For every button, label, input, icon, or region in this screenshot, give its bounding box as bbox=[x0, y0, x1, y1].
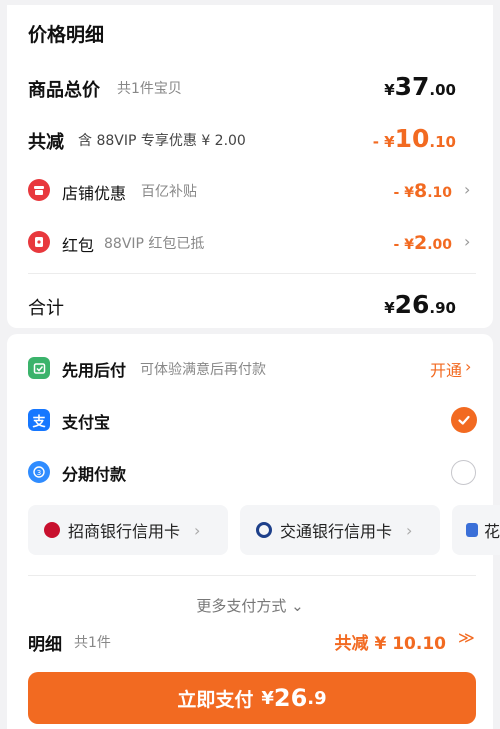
total-dec: .00 bbox=[429, 81, 456, 99]
more-payment-label: 更多支付方式 bbox=[196, 597, 287, 615]
discount-label: 共减 bbox=[28, 132, 64, 153]
paylater-activate-link[interactable]: 开通 bbox=[430, 357, 462, 381]
bank-chip-partial[interactable]: 花 bbox=[452, 505, 500, 555]
total-int: 37 bbox=[394, 72, 430, 101]
total-price: ¥37.00 bbox=[384, 72, 456, 101]
redpacket-yen: - ¥ bbox=[393, 237, 414, 253]
summary-count: 共1件 bbox=[74, 635, 111, 651]
discount-sub: 含 88VIP 专享优惠 ¥ 2.00 bbox=[78, 133, 246, 149]
bank-chip-label: 交通银行信用卡 bbox=[280, 522, 393, 541]
pay-now-button[interactable]: 立即支付 ¥26.9 bbox=[28, 672, 476, 724]
sum-dec: .90 bbox=[429, 299, 456, 317]
total-sub: 共1件宝贝 bbox=[117, 81, 182, 97]
total-label: 商品总价 bbox=[28, 80, 100, 101]
redpacket-price[interactable]: - ¥2.00 bbox=[394, 232, 452, 254]
shop-yen: - ¥ bbox=[393, 185, 414, 201]
huabei-logo-icon bbox=[466, 523, 478, 537]
sum-price: ¥26.90 bbox=[384, 290, 456, 319]
shop-dec: .10 bbox=[427, 185, 452, 201]
chevron-right-icon: › bbox=[406, 520, 413, 540]
redpacket-label: 红包 bbox=[62, 236, 95, 255]
pay-button-dec: .9 bbox=[307, 687, 327, 709]
discount-int: 10 bbox=[394, 124, 430, 153]
installment-label[interactable]: 分期付款 bbox=[62, 461, 126, 485]
pay-button-label: 立即支付 bbox=[177, 688, 254, 711]
summary-reduce[interactable]: 共减 ¥ 10.10 bbox=[335, 629, 446, 654]
divider bbox=[28, 575, 476, 576]
shop-discount-sub: 百亿补贴 bbox=[141, 184, 197, 200]
bocom-logo-icon bbox=[256, 522, 272, 538]
redpacket-sub: 88VIP 红包已抵 bbox=[104, 236, 205, 252]
paylater-chevron-icon[interactable]: › bbox=[465, 357, 471, 376]
shop-int: 8 bbox=[413, 180, 428, 202]
bank-chip-bocom[interactable]: 交通银行信用卡 › bbox=[240, 505, 440, 555]
sum-label: 合计 bbox=[28, 298, 64, 319]
discount-yen: - ¥ bbox=[372, 133, 395, 151]
sum-int: 26 bbox=[394, 290, 430, 319]
pay-button-yen: ¥ bbox=[261, 687, 274, 709]
chevron-right-icon: › bbox=[194, 520, 201, 540]
alipay-icon: 支 bbox=[28, 409, 50, 431]
discount-price: - ¥10.10 bbox=[373, 124, 456, 153]
discount-dec: .10 bbox=[429, 133, 456, 151]
paylater-icon bbox=[28, 357, 50, 379]
redpacket-dec: .00 bbox=[427, 237, 452, 253]
shop-discount-label: 店铺优惠 bbox=[62, 184, 127, 203]
chevron-down-icon: ⌄ bbox=[291, 597, 304, 615]
redpacket-chevron-icon[interactable]: › bbox=[464, 232, 470, 251]
total-yen: ¥ bbox=[384, 81, 395, 99]
paylater-label[interactable]: 先用后付 bbox=[62, 357, 126, 381]
sum-yen: ¥ bbox=[384, 299, 395, 317]
shop-discount-price[interactable]: - ¥8.10 bbox=[394, 180, 452, 202]
price-detail-title: 价格明细 bbox=[28, 24, 105, 46]
cmb-logo-icon bbox=[44, 522, 60, 538]
expand-double-chevron-icon[interactable]: ≫ bbox=[458, 628, 475, 647]
svg-text:3: 3 bbox=[37, 469, 41, 477]
shop-icon bbox=[28, 179, 50, 201]
check-icon bbox=[458, 415, 470, 425]
paylater-sub: 可体验满意后再付款 bbox=[140, 362, 266, 378]
installment-icon: 3 bbox=[28, 461, 50, 483]
redpacket-int: 2 bbox=[413, 232, 428, 254]
alipay-check-radio[interactable] bbox=[451, 407, 477, 433]
bank-chip-cmb[interactable]: 招商银行信用卡 › bbox=[28, 505, 228, 555]
redpacket-icon bbox=[28, 231, 50, 253]
installment-radio[interactable] bbox=[451, 460, 476, 485]
pay-button-int: 26 bbox=[273, 684, 308, 712]
bank-chip-label: 招商银行信用卡 bbox=[68, 522, 181, 541]
alipay-label[interactable]: 支付宝 bbox=[62, 409, 110, 433]
more-payment-link[interactable]: 更多支付方式 ⌄ bbox=[0, 595, 500, 616]
bank-chip-label: 花 bbox=[483, 522, 500, 541]
divider bbox=[28, 273, 476, 274]
shop-chevron-icon[interactable]: › bbox=[464, 180, 470, 199]
summary-label: 明细 bbox=[28, 635, 62, 655]
price-detail-card bbox=[7, 5, 493, 328]
